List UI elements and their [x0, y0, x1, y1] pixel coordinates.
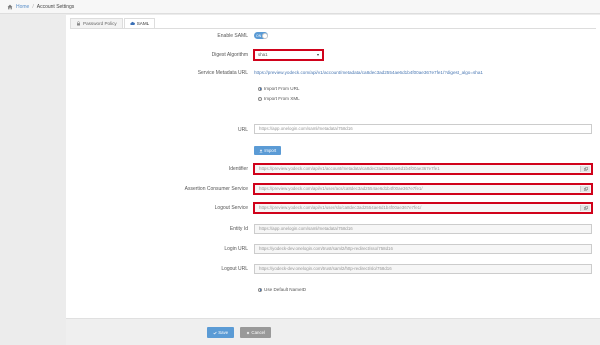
- metadata-url-value[interactable]: https://preview.yodeck.com/api/v1/accoun…: [254, 70, 483, 75]
- chevron-down-icon: [317, 54, 319, 56]
- digest-value: sha1: [258, 52, 268, 57]
- acs-input[interactable]: https://preview.yodeck.com/api/v1/user/a…: [254, 184, 592, 194]
- url-input[interactable]: https://app.onelogin.com/saml/metadata/7…: [254, 124, 592, 134]
- save-label: Save: [218, 330, 229, 335]
- form-footer: Save Cancel: [66, 318, 600, 345]
- copy-icon: [583, 206, 588, 210]
- digest-label: Digest Algorithm: [211, 52, 248, 58]
- sidebar: [0, 15, 66, 344]
- save-button[interactable]: Save: [207, 327, 234, 338]
- tab-saml[interactable]: SAML: [123, 18, 156, 28]
- tab-label: Password Policy: [83, 21, 117, 26]
- cancel-label: Cancel: [251, 330, 266, 335]
- enable-saml-toggle[interactable]: ON: [254, 32, 268, 39]
- copy-logout-service-button[interactable]: [580, 205, 590, 211]
- radio-dot: [258, 86, 262, 91]
- identifier-input[interactable]: https://preview.yodeck.com/api/v1/accoun…: [254, 164, 592, 174]
- entity-id-input[interactable]: https://app.onelogin.com/saml/metadata/7…: [254, 224, 592, 234]
- logout-url-input[interactable]: https://yodeck-dev.onelogin.com/trust/sa…: [254, 264, 592, 274]
- lock-icon: [76, 21, 81, 26]
- tab-label: SAML: [136, 21, 150, 26]
- saml-settings-panel: Enable SAML ON Digest Algorithm sha1 Ser…: [70, 28, 596, 334]
- upload-icon: [259, 148, 263, 153]
- url-label: URL: [237, 127, 248, 133]
- main-content: Password Policy SAML Enable SAML ON Dige…: [66, 15, 600, 344]
- toggle-knob: [261, 32, 268, 39]
- logout-url-label: Logout URL: [221, 266, 248, 272]
- tab-password-policy[interactable]: Password Policy: [70, 18, 123, 28]
- default-nameid-label: Use Default NameID: [264, 287, 307, 292]
- metadata-url-label: Service Metadata URL: [197, 70, 248, 76]
- copy-icon: [583, 187, 588, 191]
- import-label: Import: [264, 148, 277, 153]
- breadcrumb-separator: /: [32, 3, 34, 10]
- default-nameid-checkbox[interactable]: Use Default NameID: [258, 287, 306, 292]
- tab-bar: Password Policy SAML: [70, 18, 156, 28]
- cancel-button[interactable]: Cancel: [240, 327, 271, 338]
- identifier-label: Identifier: [228, 166, 248, 172]
- entity-id-label: Entity Id: [229, 226, 248, 232]
- login-url-label: Login URL: [224, 246, 248, 252]
- digest-select[interactable]: sha1: [254, 50, 323, 60]
- toggle-text: ON: [256, 33, 262, 38]
- checkbox-dot: [258, 287, 262, 292]
- logout-service-input[interactable]: https://preview.yodeck.com/api/v1/user/s…: [254, 203, 592, 213]
- radio-import-xml[interactable]: Import From XML: [258, 96, 300, 101]
- copy-icon: [583, 167, 588, 171]
- copy-identifier-button[interactable]: [580, 166, 590, 172]
- breadcrumb-home[interactable]: Home: [16, 4, 29, 10]
- radio-label: Import From URL: [264, 86, 300, 91]
- acs-label: Assertion Consumer Service: [184, 186, 248, 192]
- identifier-value: https://preview.yodeck.com/api/v1/accoun…: [259, 166, 440, 171]
- radio-dot: [258, 96, 262, 101]
- home-icon[interactable]: [7, 4, 13, 10]
- logout-service-value: https://preview.yodeck.com/api/v1/user/s…: [259, 205, 422, 210]
- breadcrumb-current: Account Settings: [36, 3, 75, 10]
- breadcrumb-bar: Home / Account Settings: [0, 0, 600, 14]
- login-url-input[interactable]: https://yodeck-dev.onelogin.com/trust/sa…: [254, 244, 592, 254]
- radio-import-url[interactable]: Import From URL: [258, 86, 299, 91]
- copy-acs-button[interactable]: [580, 186, 590, 192]
- enable-saml-label: Enable SAML: [217, 33, 248, 39]
- radio-label: Import From XML: [264, 96, 300, 101]
- acs-value: https://preview.yodeck.com/api/v1/user/a…: [259, 186, 423, 191]
- check-icon: [213, 331, 217, 335]
- cancel-icon: [246, 331, 250, 335]
- cloud-icon: [129, 21, 135, 26]
- import-button[interactable]: Import: [254, 146, 281, 155]
- logout-service-label: Logout Service: [214, 205, 248, 211]
